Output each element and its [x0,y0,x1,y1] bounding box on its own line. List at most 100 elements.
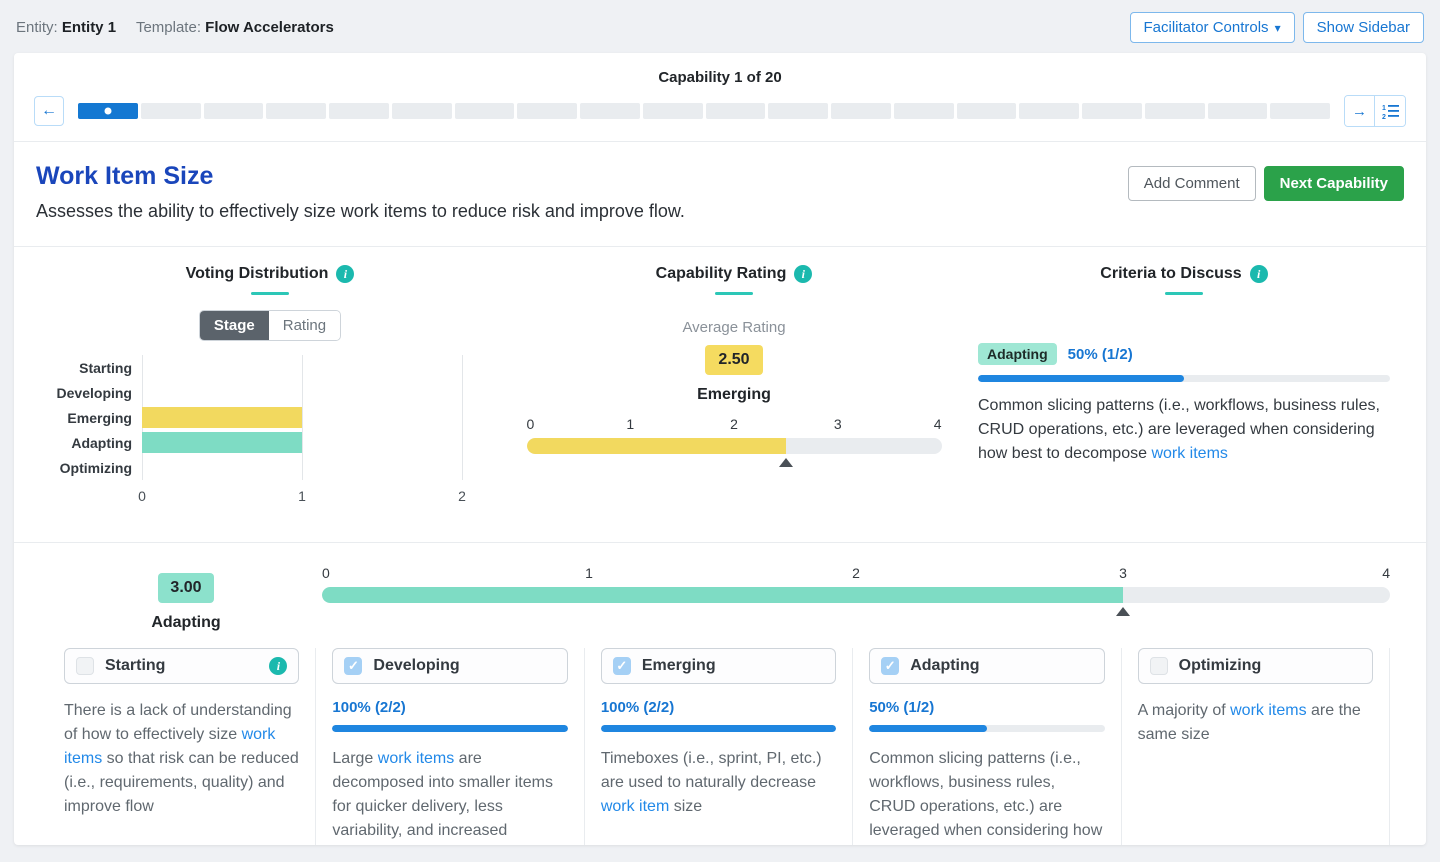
stage-header-optimizing[interactable]: Optimizing [1138,648,1373,684]
text-segment: A majority of [1138,702,1230,719]
progress-segment-8[interactable] [517,103,577,119]
chart-x-tick: 1 [298,488,306,504]
chart-x-axis: 012 [142,488,462,508]
scale-tick: 2 [730,416,738,432]
work-items-link[interactable]: work items [1151,445,1227,462]
team-fill [322,587,1123,603]
stage-vote-track [869,725,1104,732]
analysis-panels: Voting Distribution Stage Rating Startin… [14,247,1426,542]
info-icon[interactable] [794,265,812,283]
stage-vote-fill [601,725,836,732]
progress-segment-9[interactable] [580,103,640,119]
team-marker[interactable] [1116,607,1130,616]
voting-distribution-panel: Voting Distribution Stage Rating Startin… [50,265,490,508]
stage-header-developing[interactable]: Developing [332,648,567,684]
stage-description: Large work items are decomposed into sma… [332,747,567,845]
chart-bar-adapting [142,432,302,453]
stage-card-developing: Developing 100% (2/2) Large work items a… [316,648,584,845]
stage-checkbox-developing[interactable] [344,657,362,675]
stage-header-emerging[interactable]: Emerging [601,648,836,684]
svg-text:2: 2 [1382,114,1386,120]
progress-segment-19[interactable] [1208,103,1268,119]
add-comment-button[interactable]: Add Comment [1128,166,1256,201]
stage-card-starting: Starting There is a lack of understandin… [50,648,316,845]
text-segment: Large [332,750,377,767]
progress-segment-16[interactable] [1019,103,1079,119]
rating-scale: 0 1 2 3 4 [527,416,942,438]
work-items-link[interactable]: work items [378,750,454,767]
stage-vote-percentage: 50% (1/2) [869,699,1104,716]
team-rating-slider: 0 1 2 3 4 [322,565,1390,632]
team-rating-stage: Adapting [151,614,220,632]
info-icon[interactable] [336,265,354,283]
chart-row-optimizing: Optimizing [50,455,490,480]
title-underline [1165,292,1203,295]
template-value: Flow Accelerators [205,19,334,36]
next-capability-button[interactable]: Next Capability [1264,166,1404,201]
info-icon[interactable] [1250,265,1268,283]
criteria-vote-percentage: 50% (1/2) [1068,346,1133,363]
progress-segment-12[interactable] [768,103,828,119]
stage-checkbox-emerging[interactable] [613,657,631,675]
toggle-rating[interactable]: Rating [269,311,340,340]
capability-list-button[interactable]: 1 2 [1375,96,1405,126]
progress-segment-1[interactable] [78,103,138,119]
average-rating-badge: 2.50 [705,345,762,375]
stage-card-adapting: Adapting 50% (1/2) Common slicing patter… [853,648,1121,845]
stage-cards: Starting There is a lack of understandin… [14,636,1426,845]
chart-category-label: Developing [50,385,142,401]
entity-label: Entity: [16,19,58,36]
rating-marker[interactable] [779,458,793,467]
work-items-link[interactable]: work item [601,798,669,815]
title-underline [251,292,289,295]
progress-segment-7[interactable] [455,103,515,119]
progress-segment-6[interactable] [392,103,452,119]
stage-header-starting[interactable]: Starting [64,648,299,684]
previous-capability-button[interactable] [34,96,64,126]
caret-down-icon [1275,19,1281,36]
progress-segment-3[interactable] [204,103,264,119]
stage-description: Common slicing patterns (i.e., workflows… [869,747,1104,845]
progress-segment-11[interactable] [706,103,766,119]
progress-segment-15[interactable] [957,103,1017,119]
stage-checkbox-adapting[interactable] [881,657,899,675]
criteria-progress-fill [978,375,1184,382]
criteria-progress-track [978,375,1390,382]
next-capability-arrow-button[interactable] [1345,96,1375,126]
show-sidebar-button[interactable]: Show Sidebar [1303,12,1424,43]
stage-description: There is a lack of understanding of how … [64,699,299,819]
top-bar: Entity: Entity 1 Template: Flow Accelera… [0,0,1440,53]
stage-vote-percentage: 100% (2/2) [601,699,836,716]
ordered-list-icon: 1 2 [1382,103,1399,120]
progress-segment-13[interactable] [831,103,891,119]
voting-distribution-chart: StartingDevelopingEmergingAdaptingOptimi… [50,355,490,508]
progress-segment-2[interactable] [141,103,201,119]
context-info: Entity: Entity 1 Template: Flow Accelera… [16,19,350,36]
capability-rating-panel: Capability Rating Average Rating 2.50 Em… [527,265,942,508]
stage-checkbox-optimizing[interactable] [1150,657,1168,675]
progress-segment-17[interactable] [1082,103,1142,119]
stage-description: Timeboxes (i.e., sprint, PI, etc.) are u… [601,747,836,819]
scale-tick: 3 [834,416,842,432]
facilitator-controls-button[interactable]: Facilitator Controls [1130,12,1295,43]
toggle-stage[interactable]: Stage [200,311,269,340]
stage-card-optimizing: Optimizing A majority of work items are … [1122,648,1390,845]
title-underline [715,292,753,295]
progress-segment-14[interactable] [894,103,954,119]
capability-progress-row: 1 2 [14,86,1426,141]
stage-name: Developing [373,657,555,675]
stage-name: Starting [105,657,258,675]
progress-segment-20[interactable] [1270,103,1330,119]
criteria-stage-badge: Adapting [978,343,1057,365]
progress-segment-10[interactable] [643,103,703,119]
work-items-link[interactable]: work items [1230,702,1306,719]
text-segment: Timeboxes (i.e., sprint, PI, etc.) are u… [601,750,822,791]
progress-segment-18[interactable] [1145,103,1205,119]
progress-segment-4[interactable] [266,103,326,119]
stage-checkbox-starting[interactable] [76,657,94,675]
chart-x-tick: 0 [138,488,146,504]
info-icon[interactable] [269,657,287,675]
stage-header-adapting[interactable]: Adapting [869,648,1104,684]
stage-description: A majority of work items are the same si… [1138,699,1373,747]
progress-segment-5[interactable] [329,103,389,119]
